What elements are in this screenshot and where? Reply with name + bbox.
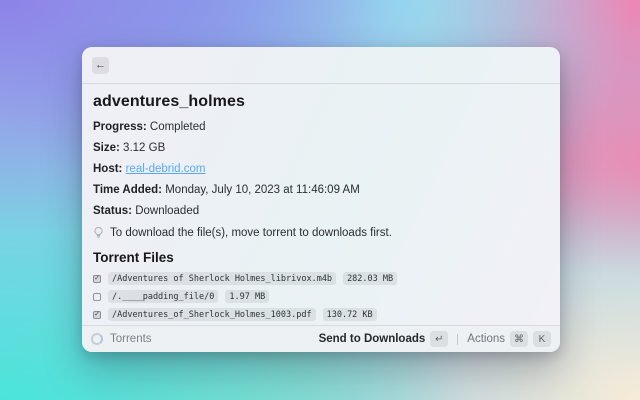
status-bar-right: Send to Downloads ↵ Actions ⌘ K <box>319 331 551 347</box>
file-name-chip: /.____padding_file/0 <box>108 290 218 303</box>
status-bar: Torrents Send to Downloads ↵ Actions ⌘ K <box>82 325 560 352</box>
file-size-chip: 1.97 MB <box>225 290 269 303</box>
file-row[interactable]: ✓ /Adventures of Sherlock Holmes_librivo… <box>93 273 549 284</box>
tip-row: To download the file(s), move torrent to… <box>93 226 549 239</box>
meta-row-host: Host: real-debrid.com <box>93 159 549 180</box>
meta-row-progress: Progress: Completed <box>93 117 549 138</box>
meta-row-status: Status: Downloaded <box>93 201 549 222</box>
actions-button[interactable]: Actions <box>467 333 505 345</box>
send-to-downloads-button[interactable]: Send to Downloads <box>319 333 426 345</box>
meta-row-time-added: Time Added: Monday, July 10, 2023 at 11:… <box>93 180 549 201</box>
command-name-label: Torrents <box>110 333 152 345</box>
page-title: adventures_holmes <box>93 93 549 111</box>
meta-label: Progress: <box>93 121 147 133</box>
file-name-chip: /Adventures of Sherlock Holmes_librivox.… <box>108 272 336 285</box>
return-key-icon: ↵ <box>430 331 448 347</box>
window-header: ← <box>82 47 560 84</box>
back-button[interactable]: ← <box>92 57 109 74</box>
host-link[interactable]: real-debrid.com <box>126 163 206 175</box>
file-list: ✓ /Adventures of Sherlock Holmes_librivo… <box>93 273 549 325</box>
checkbox-icon[interactable]: ✓ <box>93 275 101 283</box>
file-name-chip: /Adventures_of_Sherlock_Holmes_1003.pdf <box>108 308 316 321</box>
meta-value: Downloaded <box>135 205 199 217</box>
file-row[interactable]: ✓ /.____padding_file/0 1.97 MB <box>93 291 549 302</box>
meta-value: 3.12 GB <box>123 142 165 154</box>
command-key-icon: ⌘ <box>510 331 528 347</box>
meta-label: Host: <box>93 163 122 175</box>
k-key-icon: K <box>533 331 551 347</box>
files-heading: Torrent Files <box>93 250 549 265</box>
meta-label: Time Added: <box>93 184 162 196</box>
tip-text: To download the file(s), move torrent to… <box>110 227 392 239</box>
file-row[interactable]: ✓ /Adventures_of_Sherlock_Holmes_1003.pd… <box>93 309 549 320</box>
checkbox-icon[interactable]: ✓ <box>93 293 101 301</box>
extension-ring-icon <box>91 333 103 345</box>
metadata-list: Progress: Completed Size: 3.12 GB Host: … <box>93 117 549 222</box>
back-arrow-icon: ← <box>95 59 106 71</box>
window-content: adventures_holmes Progress: Completed Si… <box>82 84 560 325</box>
meta-label: Status: <box>93 205 132 217</box>
file-size-chip: 282.03 MB <box>343 272 397 285</box>
meta-label: Size: <box>93 142 120 154</box>
torrent-detail-window: ← adventures_holmes Progress: Completed … <box>82 47 560 352</box>
file-size-chip: 130.72 KB <box>323 308 377 321</box>
status-bar-left: Torrents <box>91 333 152 345</box>
checkbox-icon[interactable]: ✓ <box>93 311 101 319</box>
divider <box>457 334 458 345</box>
meta-value: Completed <box>150 121 206 133</box>
meta-value: Monday, July 10, 2023 at 11:46:09 AM <box>165 184 360 196</box>
lightbulb-icon <box>93 226 104 239</box>
meta-row-size: Size: 3.12 GB <box>93 138 549 159</box>
